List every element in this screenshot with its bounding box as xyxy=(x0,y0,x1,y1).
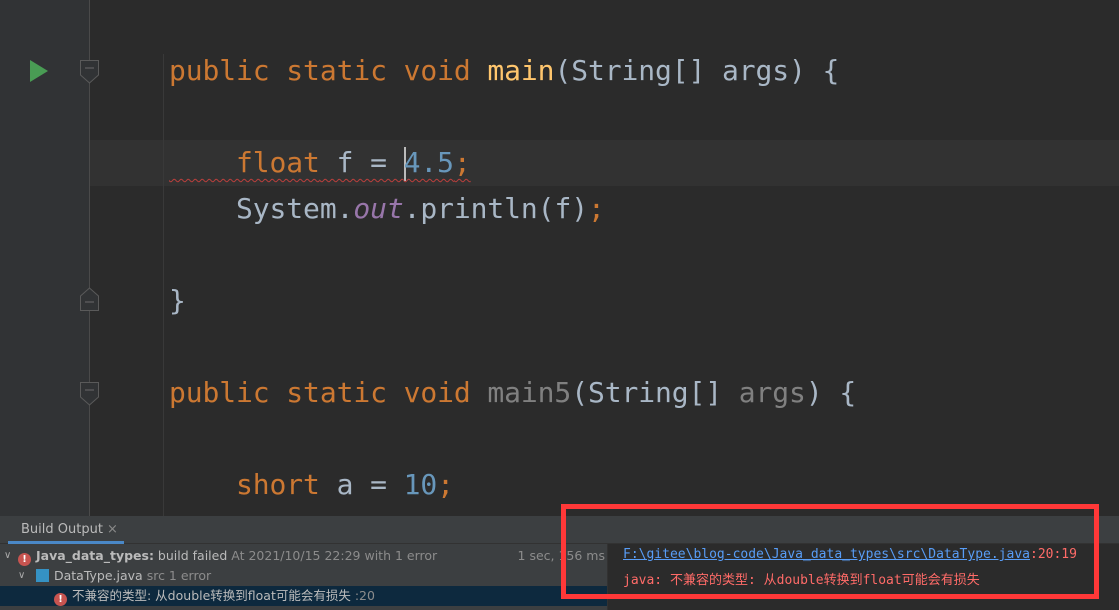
java-file-icon xyxy=(36,569,49,582)
code-token: ; xyxy=(437,468,454,501)
code-token: ) { xyxy=(805,376,857,409)
indent-guide xyxy=(163,146,164,516)
code-line: short a = 10; xyxy=(169,462,454,508)
fold-collapse-icon[interactable] xyxy=(80,382,99,406)
file-detail: src 1 error xyxy=(142,568,212,583)
error-message: 不兼容的类型: 从double转换到float可能会有损失 xyxy=(72,588,351,603)
tab-build-output[interactable]: Build Output × xyxy=(8,516,124,544)
code-token: ; xyxy=(453,146,471,179)
code-token: public static void xyxy=(169,376,488,409)
tree-row-error[interactable]: ! 不兼容的类型: 从double转换到float可能会有损失 :20 xyxy=(0,586,607,606)
code-token: short xyxy=(169,468,320,501)
code-token: (String[] args) { xyxy=(554,54,840,87)
tree-row-build[interactable]: ∨ ! Java_data_types: build failed At 2021… xyxy=(0,546,607,566)
fold-collapse-icon[interactable] xyxy=(80,60,99,84)
build-tree: ∨ ! Java_data_types: build failed At 2021… xyxy=(0,544,607,610)
code-token: out xyxy=(353,192,404,225)
tree-row-file[interactable]: ∨ DataType.java src 1 error xyxy=(0,566,607,586)
code-token: main5 xyxy=(487,376,572,409)
code-token: 10 xyxy=(403,468,438,501)
error-icon: ! xyxy=(54,593,67,606)
code-token: a = xyxy=(319,468,404,501)
code-line: float f = 4.5; xyxy=(169,140,471,186)
code-token: args xyxy=(738,376,806,409)
code-token: ; xyxy=(587,192,605,225)
code-token: public static void xyxy=(169,54,488,87)
project-name: Java_data_types: xyxy=(36,548,154,563)
code-line: } xyxy=(169,278,186,324)
tab-label: Build Output xyxy=(21,522,103,537)
code-token: 4.5 xyxy=(403,146,454,179)
run-icon[interactable] xyxy=(30,60,48,82)
build-detail: At 2021/10/15 22:29 with 1 error xyxy=(227,548,438,563)
error-icon: ! xyxy=(18,553,31,566)
build-status: build failed xyxy=(153,548,228,563)
code-token: System. xyxy=(169,192,354,225)
file-name: DataType.java xyxy=(54,568,143,583)
error-line: :20 xyxy=(350,588,375,603)
code-line: public static void main(String[] args) { xyxy=(169,48,839,94)
fold-end-icon[interactable] xyxy=(80,287,99,311)
code-token: } xyxy=(169,284,186,317)
annotation-box xyxy=(561,504,1099,599)
code-token: f = xyxy=(319,146,404,179)
code-token: float xyxy=(169,146,320,179)
code-line: public static void main5(String[] args) … xyxy=(169,370,856,416)
close-icon[interactable]: × xyxy=(107,522,118,537)
code-token: .println(f) xyxy=(403,192,588,225)
chevron-down-icon[interactable]: ∨ xyxy=(4,546,11,566)
code-token: main xyxy=(487,54,555,87)
chevron-down-icon[interactable]: ∨ xyxy=(18,566,25,586)
code-token: (String[] xyxy=(571,376,739,409)
code-line: System.out.println(f); xyxy=(169,186,605,232)
